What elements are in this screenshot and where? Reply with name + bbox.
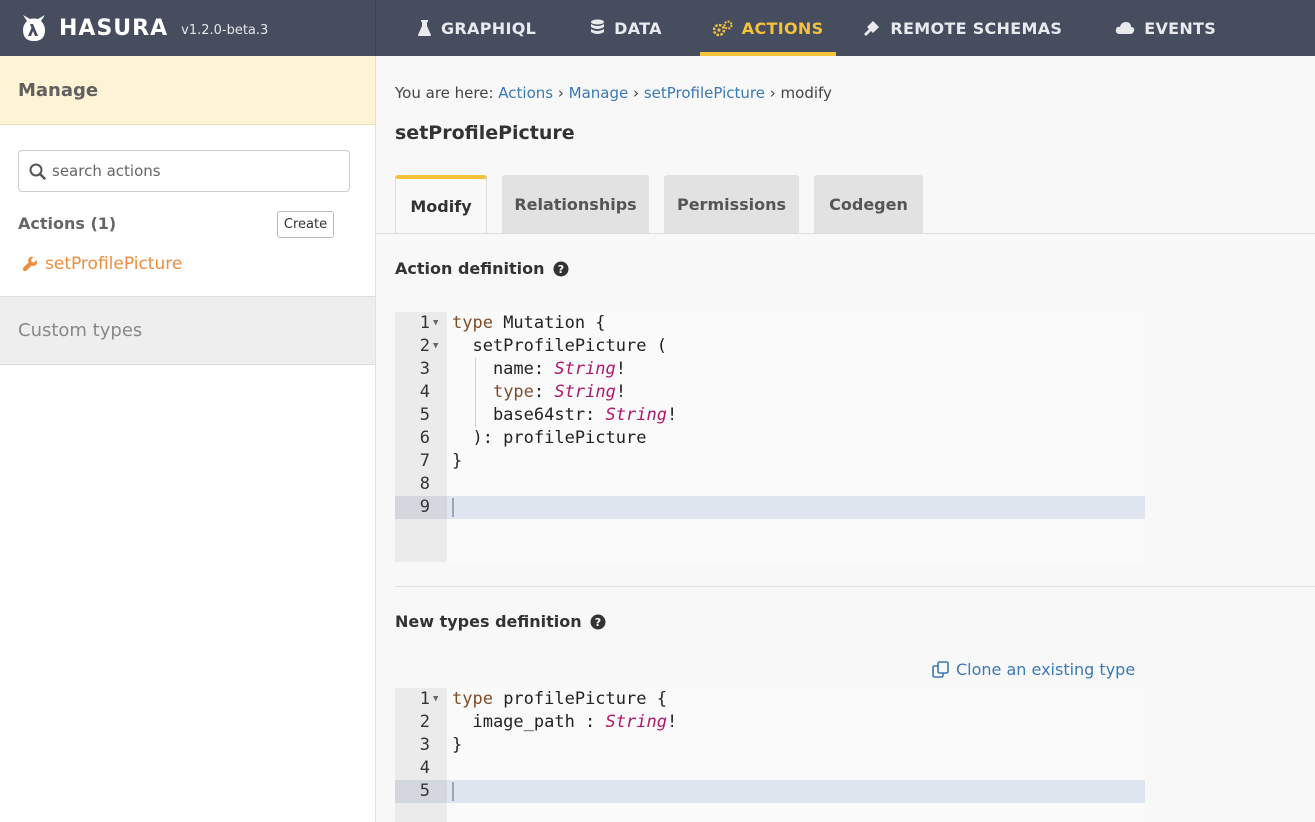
code-line[interactable]: 8 xyxy=(395,473,1145,496)
search-input[interactable] xyxy=(52,162,332,180)
line-number: 3 xyxy=(419,735,430,755)
breadcrumb-action[interactable]: setProfilePicture xyxy=(644,84,765,102)
line-number: 3 xyxy=(419,359,430,379)
line-number: 7 xyxy=(419,451,430,471)
code-text: setProfilePicture ( xyxy=(452,336,667,356)
fold-caret-icon[interactable]: ▼ xyxy=(433,312,438,335)
code-line[interactable]: 2 ▼ setProfilePicture ( xyxy=(395,335,1145,358)
cogs-icon xyxy=(712,20,733,36)
code-line[interactable]: 4 type: String! xyxy=(395,381,1145,404)
tab-modify[interactable]: Modify xyxy=(395,175,487,234)
code-text: type Mutation { xyxy=(452,313,606,333)
clone-type-link[interactable]: Clone an existing type xyxy=(932,660,1135,679)
code-line[interactable]: 3} xyxy=(395,734,1145,757)
search-box[interactable] xyxy=(18,150,350,192)
manage-header[interactable]: Manage xyxy=(0,56,375,125)
line-number: 1 xyxy=(419,313,430,333)
code-line[interactable]: 5 base64str: String! xyxy=(395,404,1145,427)
code-text: type: String! xyxy=(492,382,627,402)
code-text: image_path : String! xyxy=(452,712,678,732)
line-number: 4 xyxy=(419,758,430,778)
tab-permissions[interactable]: Permissions xyxy=(664,175,799,234)
actions-title: Actions (1) xyxy=(18,214,117,233)
code-text: base64str: String! xyxy=(452,405,678,425)
code-line[interactable]: 6 ): profilePicture xyxy=(395,427,1145,450)
nav-graphiql[interactable]: GRAPHIQL xyxy=(417,0,536,56)
types-definition-editor[interactable]: 1 ▼ type profilePicture {2 image_path : St… xyxy=(395,688,1145,822)
breadcrumb-manage[interactable]: Manage xyxy=(569,84,629,102)
cloud-icon xyxy=(1116,22,1135,34)
types-definition-title: New types definition ? xyxy=(395,612,606,631)
text-cursor xyxy=(452,782,454,801)
fold-caret-icon[interactable]: ▼ xyxy=(433,688,438,711)
line-number: 5 xyxy=(419,405,430,425)
custom-types-section[interactable]: Custom types xyxy=(0,296,375,365)
breadcrumb-separator-icon: › xyxy=(633,84,640,102)
line-number: 6 xyxy=(419,428,430,448)
wrench-icon xyxy=(22,256,37,272)
code-text: } xyxy=(452,735,463,755)
line-number: 1 xyxy=(419,689,430,709)
breadcrumb-separator-icon: › xyxy=(769,84,776,102)
hasura-logo-icon xyxy=(23,15,45,41)
code-line[interactable]: 3 name: String! xyxy=(395,358,1145,381)
line-number: 9 xyxy=(395,496,447,519)
fold-caret-icon[interactable]: ▼ xyxy=(433,335,438,358)
code-line[interactable]: 9 xyxy=(395,496,1145,519)
section-divider xyxy=(395,586,1315,587)
main-content: You are here: Actions › Manage › setProf… xyxy=(376,56,1315,822)
breadcrumb: You are here: Actions › Manage › setProf… xyxy=(395,84,832,102)
line-number: 4 xyxy=(419,382,430,402)
code-text: type profilePicture { xyxy=(452,689,667,709)
brand-name: HASURA xyxy=(59,15,169,41)
action-definition-title: Action definition ? xyxy=(395,259,569,278)
clone-icon xyxy=(932,661,949,678)
text-cursor xyxy=(452,498,454,517)
breadcrumb-prefix: You are here: xyxy=(395,84,494,102)
help-icon[interactable]: ? xyxy=(553,261,569,277)
tab-divider xyxy=(376,233,1315,234)
line-number: 2 xyxy=(419,336,430,356)
code-line[interactable]: 5 xyxy=(395,780,1145,803)
line-number: 5 xyxy=(395,780,447,803)
tab-codegen[interactable]: Codegen xyxy=(814,175,923,234)
top-navbar: HASURA v1.2.0-beta.3 GRAPHIQL DATA ACTIO… xyxy=(0,0,1315,56)
tab-bar: Modify Relationships Permissions Codegen xyxy=(395,175,938,234)
code-line[interactable]: 1 ▼ type Mutation { xyxy=(395,312,1145,335)
nav-data[interactable]: DATA xyxy=(590,0,662,56)
line-number: 8 xyxy=(419,474,430,494)
code-line[interactable]: 7} xyxy=(395,450,1145,473)
svg-text:?: ? xyxy=(557,263,563,276)
nav-events[interactable]: EVENTS xyxy=(1115,0,1216,56)
page-title: setProfilePicture xyxy=(395,122,575,144)
brand[interactable]: HASURA v1.2.0-beta.3 xyxy=(0,0,376,56)
code-line[interactable]: 4 xyxy=(395,757,1145,780)
create-action-button[interactable]: Create xyxy=(277,211,334,238)
database-icon xyxy=(591,19,605,34)
code-text: ): profilePicture xyxy=(452,428,647,448)
line-number: 2 xyxy=(419,712,430,732)
main-nav: GRAPHIQL DATA ACTIONS REMOTE SCHEMAS EVE… xyxy=(376,0,1216,56)
code-line[interactable]: 1 ▼ type profilePicture { xyxy=(395,688,1145,711)
code-text: } xyxy=(452,451,463,471)
tab-relationships[interactable]: Relationships xyxy=(502,175,649,234)
svg-text:?: ? xyxy=(594,616,600,629)
breadcrumb-current: modify xyxy=(780,84,832,102)
plug-icon xyxy=(864,21,880,36)
breadcrumb-separator-icon: › xyxy=(557,84,564,102)
nav-actions[interactable]: ACTIONS xyxy=(699,0,837,56)
help-icon[interactable]: ? xyxy=(590,614,606,630)
code-line[interactable]: 2 image_path : String! xyxy=(395,711,1145,734)
code-text: name: String! xyxy=(452,359,627,379)
search-icon xyxy=(29,163,46,180)
sidebar: Manage Actions (1) Create setProfilePict… xyxy=(0,56,376,822)
sidebar-item-setprofilepicture[interactable]: setProfilePicture xyxy=(22,254,182,274)
brand-version: v1.2.0-beta.3 xyxy=(181,22,269,38)
nav-remote-schemas[interactable]: REMOTE SCHEMAS xyxy=(863,0,1062,56)
flask-icon xyxy=(418,19,431,36)
action-definition-editor[interactable]: 1 ▼ type Mutation {2 ▼ setProfilePicture (3… xyxy=(395,312,1145,562)
breadcrumb-actions[interactable]: Actions xyxy=(498,84,553,102)
